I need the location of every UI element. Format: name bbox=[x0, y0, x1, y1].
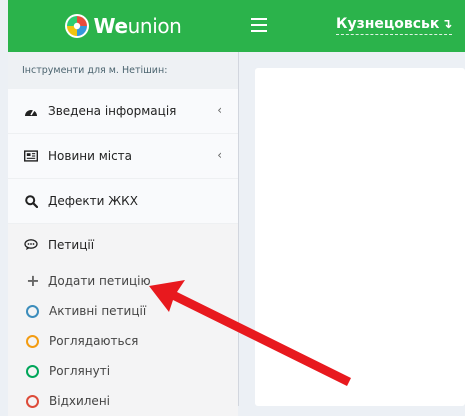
submenu-item-label: Активні петиції bbox=[49, 304, 147, 318]
search-icon bbox=[24, 194, 38, 208]
sidebar-item-news[interactable]: Новини міста ‹ bbox=[8, 134, 238, 179]
dashboard-icon bbox=[24, 104, 38, 118]
sidebar-item-label: Петиції bbox=[48, 238, 95, 252]
submenu-item-label: Роглядаються bbox=[49, 334, 139, 348]
sidebar: Інструменти для м. Нетішин: Зведена інфо… bbox=[8, 52, 239, 416]
petitions-submenu: + Додати петицію Активні петиції Рогляда… bbox=[8, 266, 238, 416]
city-selector[interactable]: Кузнецовськ ↴ bbox=[336, 16, 453, 35]
hamburger-icon[interactable] bbox=[251, 18, 267, 32]
submenu-item-label: Роглянуті bbox=[49, 364, 111, 378]
content-panel bbox=[255, 68, 465, 406]
submenu-item-active-petitions[interactable]: Активні петиції bbox=[8, 296, 238, 326]
city-arrow-icon: ↴ bbox=[441, 17, 453, 32]
chevron-left-icon: ‹ bbox=[217, 148, 222, 162]
plus-icon: + bbox=[26, 271, 40, 290]
logo-icon bbox=[64, 14, 89, 38]
comment-icon bbox=[24, 238, 38, 252]
newspaper-icon bbox=[24, 149, 38, 163]
sidebar-item-label: Новини міста bbox=[48, 149, 133, 163]
submenu-item-under-review[interactable]: Роглядаються bbox=[8, 326, 238, 356]
sidebar-header: Інструменти для м. Нетішин: bbox=[8, 52, 238, 89]
sidebar-item-defects[interactable]: Дефекти ЖКХ bbox=[8, 179, 238, 224]
circle-icon bbox=[26, 304, 39, 318]
top-navbar: Weunion Кузнецовськ ↴ bbox=[8, 0, 465, 52]
chevron-left-icon: ‹ bbox=[217, 103, 222, 117]
sidebar-item-label: Зведена інформація bbox=[48, 104, 177, 118]
submenu-item-label: Додати петицію bbox=[48, 274, 151, 288]
submenu-item-add-petition[interactable]: + Додати петицію bbox=[8, 266, 238, 296]
circle-icon bbox=[26, 334, 39, 348]
submenu-item-rejected[interactable]: Відхилені bbox=[8, 386, 238, 416]
logo[interactable]: Weunion bbox=[8, 0, 238, 52]
sidebar-item-petitions[interactable]: Петиції bbox=[8, 224, 238, 266]
sidebar-item-label: Дефекти ЖКХ bbox=[48, 194, 138, 208]
sidebar-item-summary[interactable]: Зведена інформація ‹ bbox=[8, 89, 238, 134]
submenu-item-reviewed[interactable]: Роглянуті bbox=[8, 356, 238, 386]
city-name: Кузнецовськ bbox=[336, 16, 440, 32]
circle-icon bbox=[26, 364, 39, 378]
logo-text: Weunion bbox=[93, 14, 182, 38]
